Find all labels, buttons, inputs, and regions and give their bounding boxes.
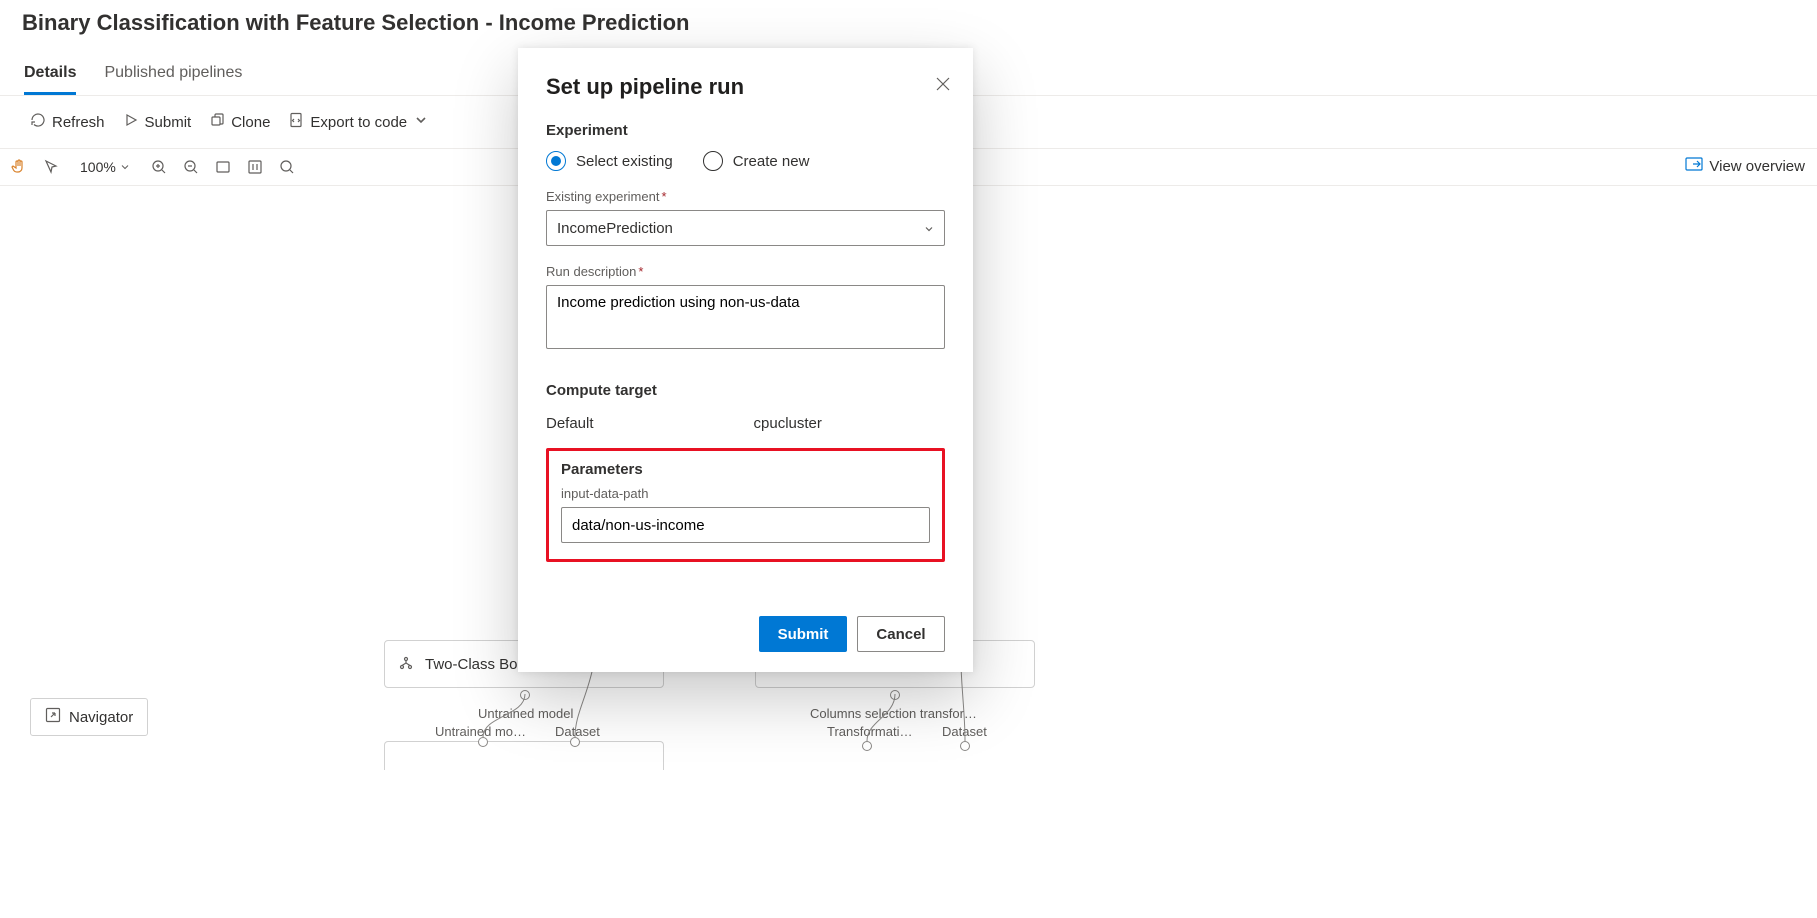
modal-overlay: Set up pipeline run Experiment Select ex…	[0, 0, 1817, 918]
setup-pipeline-run-dialog: Set up pipeline run Experiment Select ex…	[518, 48, 973, 672]
existing-experiment-select[interactable]: IncomePrediction	[546, 210, 945, 246]
experiment-heading: Experiment	[546, 122, 945, 139]
dialog-submit-button[interactable]: Submit	[759, 616, 847, 652]
chevron-down-icon	[923, 222, 935, 240]
compute-value: cpucluster	[754, 415, 822, 432]
radio-select-existing[interactable]: Select existing	[546, 151, 673, 171]
compute-target-heading: Compute target	[546, 382, 945, 399]
radio-icon	[703, 151, 723, 171]
radio-label: Create new	[733, 153, 810, 170]
run-description-input[interactable]	[546, 285, 945, 349]
compute-default-label: Default	[546, 415, 594, 432]
param-input-data-path-field[interactable]	[561, 507, 930, 543]
experiment-radio-group: Select existing Create new	[546, 151, 945, 171]
run-description-label: Run description*	[546, 264, 945, 279]
radio-icon	[546, 151, 566, 171]
parameters-highlight-box: Parameters input-data-path	[546, 448, 945, 562]
compute-target-row: Default cpucluster	[546, 415, 945, 432]
dialog-title: Set up pipeline run	[546, 74, 945, 100]
radio-create-new[interactable]: Create new	[703, 151, 810, 171]
radio-label: Select existing	[576, 153, 673, 170]
select-value: IncomePrediction	[557, 220, 673, 237]
existing-experiment-label: Existing experiment*	[546, 189, 945, 204]
dialog-actions: Submit Cancel	[546, 616, 945, 652]
parameters-heading: Parameters	[561, 461, 930, 478]
param-input-data-path-label: input-data-path	[561, 486, 930, 501]
close-icon[interactable]	[933, 74, 953, 94]
dialog-cancel-button[interactable]: Cancel	[857, 616, 945, 652]
